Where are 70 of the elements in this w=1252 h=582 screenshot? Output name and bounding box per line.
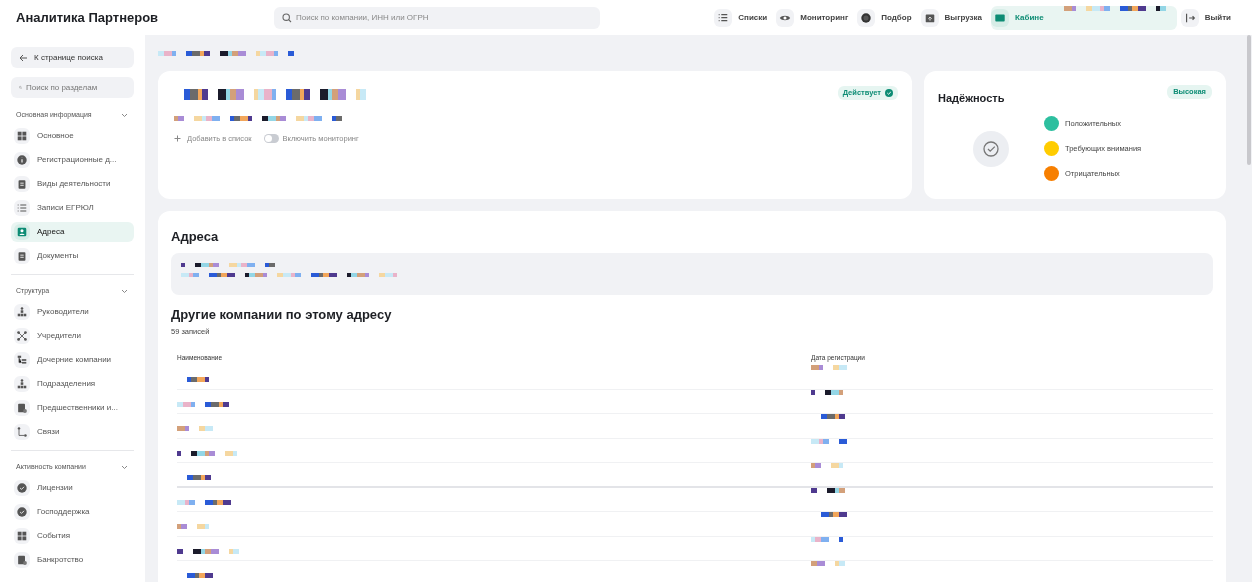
sidebar-item[interactable]: Предшественники и... [11,398,134,418]
search-box[interactable]: Поиск по компании, ИНН или ОГРН [274,6,600,29]
section-title: Другие компании по этому адресу [171,305,393,324]
hierarchy-icon [16,306,28,318]
sidebar-item[interactable]: Записи ЕГРЮЛ [11,198,134,218]
section-search-field[interactable]: Поиск по разделам [26,81,126,94]
redacted-text [177,426,213,431]
grid-icon [16,530,28,542]
check-circle-icon [973,130,1009,167]
nav-item[interactable]: Подбор [857,5,917,30]
document-icon [16,554,28,566]
sidebar-item[interactable]: Банкротство [11,550,134,570]
sidebar-item[interactable]: Дочерние компании [11,350,134,370]
redacted-text [811,389,843,395]
reliability-title: Надёжность [938,92,1005,104]
redacted-text [811,463,843,469]
sidebar-item[interactable]: Адреса [11,222,134,242]
sidebar-item[interactable]: Связи [11,422,134,442]
grid-icon [16,130,28,142]
nav-item[interactable]: Выгрузка [920,5,988,30]
person-card-icon [16,226,28,238]
nav-item[interactable]: Кабине [991,5,1177,30]
redacted-text [177,548,239,554]
check-badge-icon [16,482,28,494]
sidebar-item[interactable]: События [11,526,134,546]
redacted-text [811,536,843,542]
redacted-text [177,401,229,407]
redacted-text [177,499,231,505]
app-title: Аналитика Партнеров [16,8,160,27]
search-icon [282,12,292,23]
sidebar-item[interactable]: Регистрационные д... [11,150,134,170]
network-icon [16,330,28,342]
document-icon [16,402,28,414]
list-icon [16,202,28,214]
arrow-left-icon [19,53,28,62]
redacted-text [811,561,845,567]
back-button[interactable]: К странице поиска [11,47,134,68]
check-circle-icon [885,89,893,97]
circle-icon [860,11,873,24]
plus-icon [174,135,181,143]
redacted-text [177,450,237,456]
nav-item[interactable]: Мониторинг [776,5,854,30]
sidebar-item[interactable]: Лицензии [11,478,134,498]
section-title: Адреса [171,228,220,246]
scrollbar[interactable] [1247,35,1251,165]
redacted-text [177,524,209,529]
sidebar-item[interactable]: Подразделения [11,374,134,394]
sidebar-item[interactable]: Основное [11,126,134,146]
connection-icon [16,426,28,438]
redacted-text [811,365,847,371]
sidebar-item[interactable]: Документы [11,246,134,266]
hierarchy-icon [16,378,28,390]
nav-item[interactable]: Выйти [1180,5,1236,30]
sidebar-item[interactable]: Виды деятельности [11,174,134,194]
nav-item[interactable]: Списки [714,5,773,30]
clipboard-icon [16,178,28,190]
clipboard-icon [16,250,28,262]
search-field[interactable]: Поиск по компании, ИНН или ОГРН [296,11,592,24]
check-badge-icon [16,506,28,518]
info-icon [16,154,28,166]
sidebar-item[interactable]: Господдержка [11,502,134,522]
sidebar-item[interactable]: Учредители [11,326,134,346]
exit-icon [1183,11,1196,24]
list-icon [717,11,730,24]
redacted-text [811,487,845,493]
monitoring-toggle[interactable] [263,134,279,144]
sidebar-item[interactable]: Руководители [11,302,134,322]
tree-icon [16,354,28,366]
redacted-text [811,438,847,444]
section-search-box[interactable]: Поиск по разделам [11,77,134,98]
